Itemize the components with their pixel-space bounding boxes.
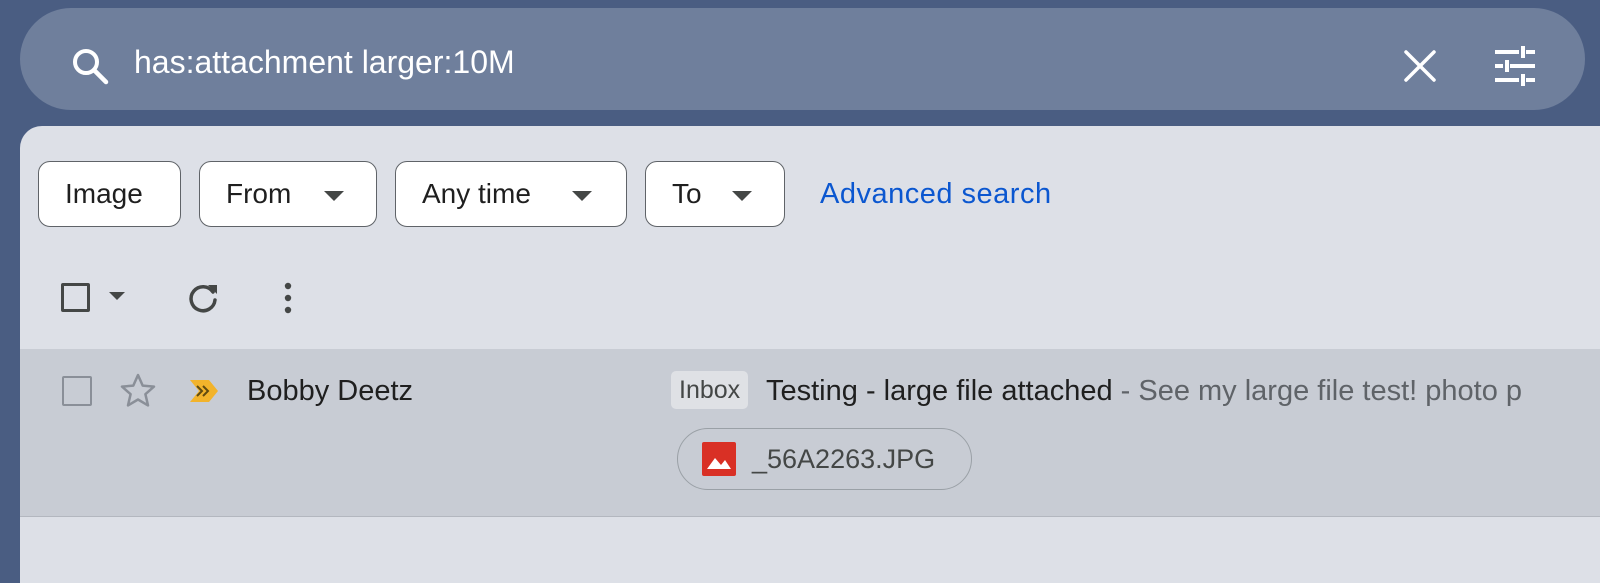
- image-file-icon: [702, 442, 736, 476]
- filter-chip-any-time[interactable]: Any time: [395, 161, 627, 227]
- star-icon[interactable]: [119, 372, 157, 410]
- chevron-down-icon: [324, 191, 344, 201]
- inbox-label-badge[interactable]: Inbox: [671, 371, 749, 409]
- advanced-search-link[interactable]: Advanced search: [820, 178, 1052, 211]
- important-marker-icon[interactable]: [188, 378, 220, 404]
- attachment-chip[interactable]: _56A2263.JPG: [677, 428, 972, 490]
- filter-chip-to[interactable]: To: [645, 161, 785, 227]
- select-all-checkbox[interactable]: [61, 283, 90, 312]
- filter-chip-image[interactable]: Image: [38, 161, 181, 227]
- chevron-down-icon: [572, 191, 592, 201]
- email-sender: Bobby Deetz: [247, 375, 414, 407]
- email-subject-line: Testing - large file attached - See my l…: [766, 375, 1600, 408]
- email-subject: Testing - large file attached: [766, 375, 1113, 407]
- filter-chip-label: To: [672, 178, 702, 209]
- results-panel: Image From Any time To Advanced search B…: [20, 126, 1600, 583]
- search-icon[interactable]: [70, 46, 110, 86]
- search-input[interactable]: [134, 38, 1334, 86]
- close-icon[interactable]: [1402, 48, 1438, 84]
- tune-icon[interactable]: [1493, 45, 1537, 87]
- row-checkbox[interactable]: [62, 376, 92, 406]
- select-dropdown-icon[interactable]: [109, 292, 125, 300]
- search-bar: [20, 8, 1585, 110]
- filter-chip-from[interactable]: From: [199, 161, 377, 227]
- filter-chip-label: Any time: [422, 178, 531, 209]
- filter-chip-label: From: [226, 178, 292, 209]
- refresh-icon[interactable]: [186, 281, 220, 315]
- gmail-search-results: Image From Any time To Advanced search: [0, 0, 1600, 583]
- more-vert-icon[interactable]: [278, 281, 298, 315]
- filter-chip-label: Image: [65, 178, 143, 209]
- email-row[interactable]: Bobby Deetz Inbox Testing - large file a…: [20, 349, 1600, 517]
- email-snippet: - See my large file test! photo p: [1112, 375, 1523, 407]
- attachment-filename: _56A2263.JPG: [752, 444, 936, 474]
- chevron-down-icon: [732, 191, 752, 201]
